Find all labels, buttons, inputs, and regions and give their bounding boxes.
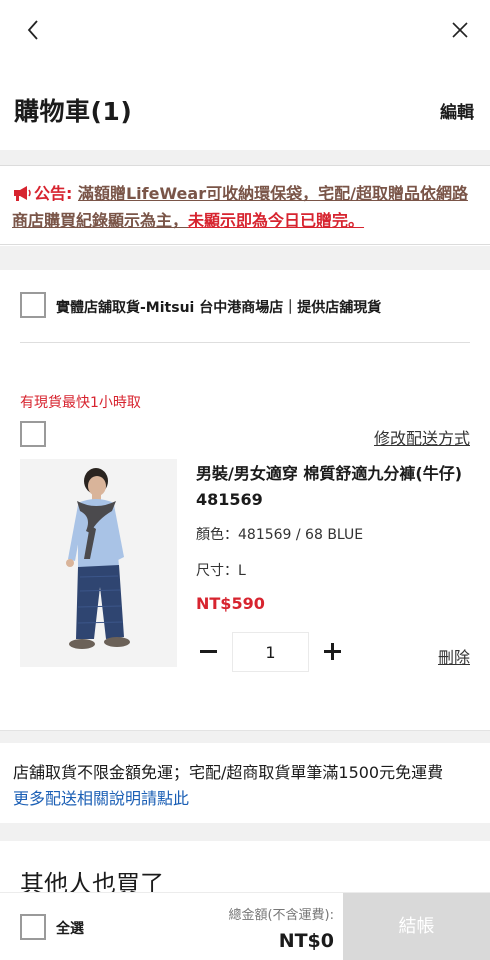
back-button[interactable] xyxy=(18,14,50,46)
total-label: 總金額(不含運費): xyxy=(228,908,334,923)
announcement-link-highlight[interactable]: 未顯示即為今日已贈完。 xyxy=(188,211,364,230)
minus-icon xyxy=(200,650,217,653)
section-divider xyxy=(0,246,490,270)
announcement-label: 公告: xyxy=(34,184,73,203)
announcement-banner: 公告: 滿額贈LifeWear可收納環保袋，宅配/超取贈品依網路商店購買紀錄顯示… xyxy=(0,165,490,245)
product-price: NT$590 xyxy=(196,594,265,613)
delete-item-link[interactable]: 刪除 xyxy=(438,644,470,668)
close-icon xyxy=(452,22,468,38)
checkout-bar: 全選 總金額(不含運費): NT$0 結帳 xyxy=(0,892,490,960)
section-divider xyxy=(0,730,490,743)
shipping-more-link[interactable]: 更多配送相關說明請點此 xyxy=(13,786,490,812)
page-title: 購物車(1) xyxy=(14,97,133,126)
plus-icon xyxy=(324,643,341,660)
decrease-quantity-button[interactable] xyxy=(196,638,222,666)
top-bar xyxy=(0,0,490,64)
product-image[interactable] xyxy=(20,459,177,667)
edit-button[interactable]: 編輯 xyxy=(440,98,474,123)
product-name[interactable]: 男裝/男女適穿 棉質舒適九分褲(牛仔) 481569 xyxy=(196,461,476,513)
select-all-label: 全選 xyxy=(56,921,84,937)
select-all-checkbox[interactable] xyxy=(20,914,46,940)
shipping-text: 店舖取貨不限金額免運；宅配/超商取貨單筆滿1500元免運費 xyxy=(13,763,444,782)
item-select-checkbox[interactable] xyxy=(20,421,46,447)
shipping-info: 店舖取貨不限金額免運；宅配/超商取貨單筆滿1500元免運費 更多配送相關說明請點… xyxy=(0,743,490,823)
model-photo xyxy=(20,459,177,667)
change-delivery-link[interactable]: 修改配送方式 xyxy=(374,425,470,449)
store-select-checkbox[interactable] xyxy=(20,292,46,318)
total-amount: NT$0 xyxy=(278,930,334,952)
checkout-button[interactable]: 結帳 xyxy=(343,893,490,960)
store-label: 實體店舖取貨-Mitsui 台中港商場店｜提供店舖現貨 xyxy=(56,300,382,316)
megaphone-icon xyxy=(14,186,31,201)
divider xyxy=(20,342,470,343)
cart-header: 購物車(1) 編輯 xyxy=(0,80,490,140)
section-divider xyxy=(0,823,490,841)
section-divider xyxy=(0,150,490,165)
stock-availability: 有現貨最快1小時取 xyxy=(20,395,141,411)
increase-quantity-button[interactable] xyxy=(320,638,346,666)
product-size: 尺寸：L xyxy=(196,563,246,579)
close-button[interactable] xyxy=(444,14,476,46)
store-pickup-group: 實體店舖取貨-Mitsui 台中港商場店｜提供店舖現貨 xyxy=(0,270,490,342)
quantity-input[interactable] xyxy=(232,632,309,672)
product-color: 顏色：481569 / 68 BLUE xyxy=(196,527,364,543)
chevron-left-icon xyxy=(27,20,38,40)
